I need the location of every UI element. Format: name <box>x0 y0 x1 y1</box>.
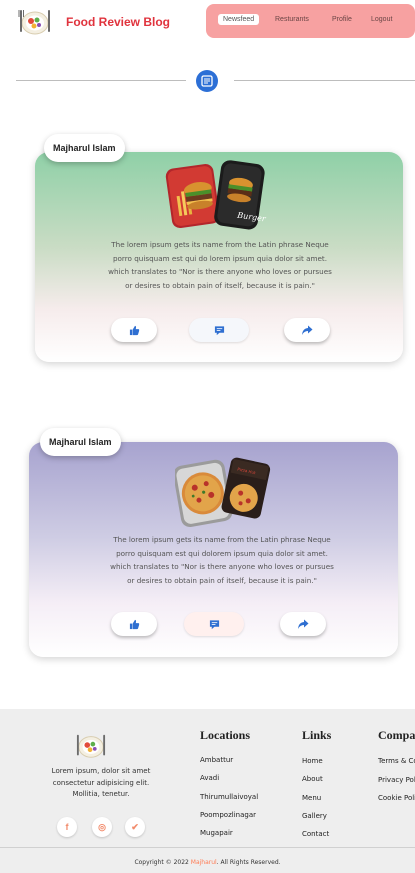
footer-link[interactable]: Mugapair <box>200 829 233 837</box>
comment-icon <box>214 325 224 335</box>
nav-item-newsfeed[interactable]: Newsfeed <box>218 14 260 25</box>
header: Food Review Blog Newsfeed Resturants Pro… <box>0 0 415 46</box>
footer-link[interactable]: About <box>302 775 323 783</box>
nav-item-logout[interactable]: Logout <box>371 16 392 23</box>
divider-badge <box>196 70 218 92</box>
post-card: Burger The lorem ipsum gets its name fro… <box>35 152 403 362</box>
nav-item-resturants[interactable]: Resturants <box>275 16 309 23</box>
footer-link[interactable]: Thirumullaivoyal <box>200 793 258 801</box>
nav-item-profile[interactable]: Profile <box>332 16 352 23</box>
footer-link[interactable]: Terms & Co <box>378 757 415 765</box>
share-icon <box>298 619 309 629</box>
divider-line-left <box>16 80 186 81</box>
like-button[interactable] <box>111 318 157 342</box>
divider-line-right <box>234 80 415 81</box>
comment-button[interactable] <box>189 318 249 342</box>
share-button[interactable] <box>280 612 326 636</box>
post-card: Pizza Hut The lorem ipsum gets its name … <box>29 442 398 657</box>
twitter-icon[interactable]: ✔ <box>125 817 145 837</box>
footer-link[interactable]: Home <box>302 757 323 765</box>
footer-link[interactable]: Menu <box>302 794 321 802</box>
footer: Lorem ipsum, dolor sit amet consectetur … <box>0 709 415 873</box>
thumbs-up-icon <box>129 325 139 335</box>
like-button[interactable] <box>111 612 157 636</box>
food-plate-logo-icon[interactable] <box>18 6 52 38</box>
comment-icon <box>209 619 219 629</box>
share-icon <box>302 325 313 335</box>
burger-image: Burger <box>165 160 267 230</box>
copyright: Copyright © 2022 Majharul. All Rights Re… <box>134 859 281 866</box>
footer-divider <box>0 847 415 848</box>
footer-column-title-locations: Locations <box>200 728 251 742</box>
copyright-prefix: Copyright © 2022 <box>134 859 189 866</box>
post-text: The lorem ipsum gets its name from the L… <box>108 240 332 290</box>
footer-column-title-links: Links <box>302 728 332 742</box>
footer-link[interactable]: Avadi <box>200 774 219 782</box>
copyright-name[interactable]: Majharul <box>191 859 217 866</box>
footer-link[interactable]: Contact <box>302 830 329 838</box>
instagram-icon[interactable]: ◎ <box>92 817 112 837</box>
food-plate-logo-icon <box>76 734 106 758</box>
post-author-tag[interactable]: Majharul Islam <box>40 428 121 456</box>
footer-link[interactable]: Privacy Pol <box>378 776 415 784</box>
thumbs-up-icon <box>129 619 139 629</box>
brand-title[interactable]: Food Review Blog <box>66 15 170 29</box>
nav-bar: Newsfeed Resturants Profile Logout <box>206 4 415 38</box>
facebook-icon[interactable]: f <box>57 817 77 837</box>
footer-link[interactable]: Ambattur <box>200 756 233 764</box>
post-text: The lorem ipsum gets its name from the L… <box>110 535 334 585</box>
footer-link[interactable]: Cookie Poli <box>378 794 415 802</box>
copyright-suffix: All Rights Reserved. <box>220 859 281 866</box>
footer-link[interactable]: Gallery <box>302 812 327 820</box>
newspaper-icon <box>201 75 213 87</box>
share-button[interactable] <box>284 318 330 342</box>
pizza-image: Pizza Hut <box>175 457 271 527</box>
comment-button[interactable] <box>184 612 244 636</box>
page: Food Review Blog Newsfeed Resturants Pro… <box>0 0 415 873</box>
footer-description: Lorem ipsum, dolor sit amet consectetur … <box>51 767 151 798</box>
post-author-tag[interactable]: Majharul Islam <box>44 134 125 162</box>
footer-column-title-company: Compa <box>378 728 415 742</box>
footer-link[interactable]: Poompozlinagar <box>200 811 256 819</box>
